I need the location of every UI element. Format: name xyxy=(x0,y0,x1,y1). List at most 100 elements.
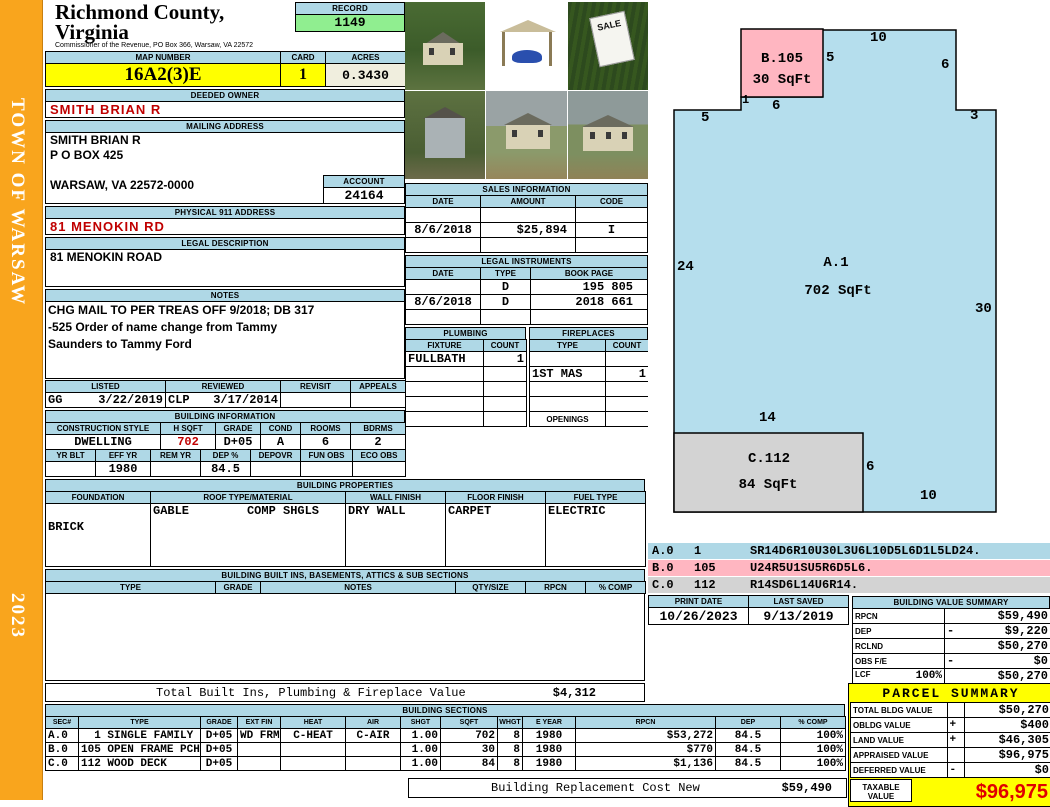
parcel-summary: PARCEL SUMMARY TOTAL BLDG VALUE $50,270 … xyxy=(848,683,1050,807)
section-c-id: C.112 xyxy=(748,451,790,467)
built-ins-total-row: Total Built Ins, Plumbing & Fireplace Va… xyxy=(45,683,645,702)
account-number-box: ACCOUNT 24164 xyxy=(323,175,405,204)
parcel-row: TOTAL BLDG VALUE $50,270 xyxy=(851,703,1050,718)
wall-finish-value: DRY WALL xyxy=(346,504,446,567)
photo-for-sale-sign[interactable]: SALE xyxy=(568,2,648,90)
parcel-summary-title: PARCEL SUMMARY xyxy=(850,685,1050,702)
photo-shed[interactable] xyxy=(405,91,485,179)
fireplaces-section: FIREPLACES TYPE COUNT 1ST MAS1 OPENINGS xyxy=(529,327,648,427)
mailing-line: SMITH BRIAN R xyxy=(46,133,404,148)
print-save-table: PRINT DATE LAST SAVED 10/26/2023 9/13/20… xyxy=(648,595,849,625)
openings-label: OPENINGS xyxy=(530,412,606,427)
legal-instrument-row: D 195 805 xyxy=(406,280,648,295)
sketch-dim: 24 xyxy=(677,259,694,275)
legal-instruments-table: DATE TYPE BOOK PAGE D 195 805 8/6/2018 D… xyxy=(405,267,648,325)
building-section-row: A.0 1 SINGLE FAMILY D+05 WD FRM C-HEAT C… xyxy=(46,729,846,743)
remodel-year-value xyxy=(151,462,201,477)
note-line: Saunders to Tammy Ford xyxy=(46,336,404,353)
building-information-section: BUILDING INFORMATION CONSTRUCTION STYLE … xyxy=(45,410,405,477)
bvs-row: DEP -$9,220 xyxy=(853,624,1050,639)
section-a-size: 702 SqFt xyxy=(804,283,871,299)
deeded-owner-section: DEEDED OWNER SMITH BRIAN R xyxy=(45,89,405,118)
legend-row-b: B.0 105 U24R5U1SU5R6D5L6. xyxy=(648,560,1050,576)
condition-value: A xyxy=(261,435,301,450)
jurisdiction-title: TOWN OF WARSAW xyxy=(6,98,28,306)
appeals-label: APPEALS xyxy=(351,381,406,393)
sketch-dim: 6 xyxy=(941,57,949,73)
legal-instrument-row: 8/6/2018 D 2018 661 xyxy=(406,295,648,310)
reviewed-value: CLP3/17/2014 xyxy=(166,393,281,408)
county-subtitle: Commissioner of the Revenue, PO Box 366,… xyxy=(55,42,295,50)
county-header: Richmond County, Virginia Commissioner o… xyxy=(45,2,405,50)
photo-carport[interactable] xyxy=(486,2,566,90)
floor-finish-value: CARPET xyxy=(446,504,546,567)
sketch-dim: 1 xyxy=(742,93,749,107)
photo-house-side[interactable] xyxy=(568,91,648,179)
physical-address-section: PHYSICAL 911 ADDRESS 81 MENOKIN RD xyxy=(45,206,405,235)
building-section-row: B.0 105 OPEN FRAME PCH D+05 1.00 30 8 19… xyxy=(46,743,846,757)
note-line: CHG MAIL TO PER TREAS OFF 9/2018; DB 317 xyxy=(46,302,404,319)
notes-section: NOTES CHG MAIL TO PER TREAS OFF 9/2018; … xyxy=(45,289,405,379)
last-saved-value: 9/13/2019 xyxy=(749,608,849,625)
map-number-value: 16A2(3)E xyxy=(46,64,281,87)
replacement-cost-label: Building Replacement Cost New xyxy=(491,781,700,795)
built-ins-empty-rows xyxy=(45,593,645,681)
revisit-label: REVISIT xyxy=(281,381,351,393)
legal-description-section: LEGAL DESCRIPTION 81 MENOKIN ROAD xyxy=(45,237,405,287)
built-ins-total-value: $4,312 xyxy=(553,686,596,700)
record-value: 1149 xyxy=(295,14,405,32)
plumbing-section: PLUMBING FIXTURE COUNT FULLBATH1 xyxy=(405,327,526,427)
photo-house-street-view[interactable] xyxy=(405,2,485,90)
sketch-dim: 6 xyxy=(772,98,780,114)
appeals-value xyxy=(351,393,406,408)
card-value: 1 xyxy=(281,64,326,87)
building-sections-section: BUILDING SECTIONS SEC# TYPE GRADE EXT FI… xyxy=(45,704,845,771)
mailing-address-section: MAILING ADDRESS SMITH BRIAN R P O BOX 42… xyxy=(45,120,405,204)
print-date-label: PRINT DATE xyxy=(649,596,749,608)
sketch-shapes xyxy=(648,0,1050,540)
card-label: CARD xyxy=(281,52,326,64)
replacement-cost-row: Building Replacement Cost New $59,490 xyxy=(408,778,847,798)
bvs-row: OBS F/E -$0 xyxy=(853,654,1050,669)
sales-information-section: SALES INFORMATION DATE AMOUNT CODE 8/6/2… xyxy=(405,183,648,253)
functional-obs-value xyxy=(301,462,353,477)
built-ins-section: BUILDING BUILT INS, BASEMENTS, ATTICS & … xyxy=(45,569,645,702)
property-photos: SALE xyxy=(405,2,648,179)
sketch-dim: 10 xyxy=(870,30,887,46)
legend-row-c: C.0 112 R14SD6L14U6R14. xyxy=(648,577,1050,593)
review-table: LISTED REVIEWED REVISIT APPEALS GG3/22/2… xyxy=(45,380,406,408)
section-b-size: 30 SqFt xyxy=(753,72,812,88)
effective-year-value: 1980 xyxy=(96,462,151,477)
county-name: Richmond County, Virginia xyxy=(55,2,295,42)
plumbing-fireplaces-row: PLUMBING FIXTURE COUNT FULLBATH1 FIREPLA… xyxy=(405,327,648,427)
building-sections-table: SEC# TYPE GRADE EXT FIN HEAT AIR SHGT SQ… xyxy=(45,716,846,771)
plumbing-row xyxy=(406,412,527,427)
fireplace-row: 1ST MAS1 xyxy=(530,367,649,382)
physical-address-value: 81 MENOKIN RD xyxy=(45,218,405,235)
acres-value: 0.3430 xyxy=(326,64,406,87)
legal-instrument-row xyxy=(406,310,648,325)
fireplace-openings-row: OPENINGS xyxy=(530,412,649,427)
photo-house-front[interactable] xyxy=(486,91,566,179)
building-sketch: 10 6 5 3 5 1 6 24 30 14 6 10 B.105 30 Sq… xyxy=(648,0,1050,540)
building-value-summary-table: RPCN $59,490 DEP -$9,220 RCLND $50,270 O… xyxy=(852,608,1050,684)
grade-value: D+05 xyxy=(216,435,261,450)
year-built-value xyxy=(46,462,96,477)
plumbing-row xyxy=(406,367,527,382)
listed-label: LISTED xyxy=(46,381,166,393)
heated-sqft-value: 702 xyxy=(161,435,216,450)
tax-year: 2023 xyxy=(6,593,28,639)
record-number-box: RECORD 1149 xyxy=(295,2,405,50)
fireplace-row xyxy=(530,382,649,397)
account-value: 24164 xyxy=(323,187,405,204)
building-properties-section: BUILDING PROPERTIES FOUNDATION ROOF TYPE… xyxy=(45,479,645,567)
mailing-line: P O BOX 425 xyxy=(46,148,404,163)
map-number-label: MAP NUMBER xyxy=(46,52,281,64)
dep-override-value xyxy=(251,462,301,477)
rooms-value: 6 xyxy=(301,435,351,450)
note-line: -525 Order of name change from Tammy xyxy=(46,319,404,336)
taxable-value: $96,975 xyxy=(912,779,1050,805)
foundation-value: BRICK xyxy=(46,504,151,567)
fuel-type-value: ELECTRIC xyxy=(546,504,646,567)
print-date-value: 10/26/2023 xyxy=(649,608,749,625)
